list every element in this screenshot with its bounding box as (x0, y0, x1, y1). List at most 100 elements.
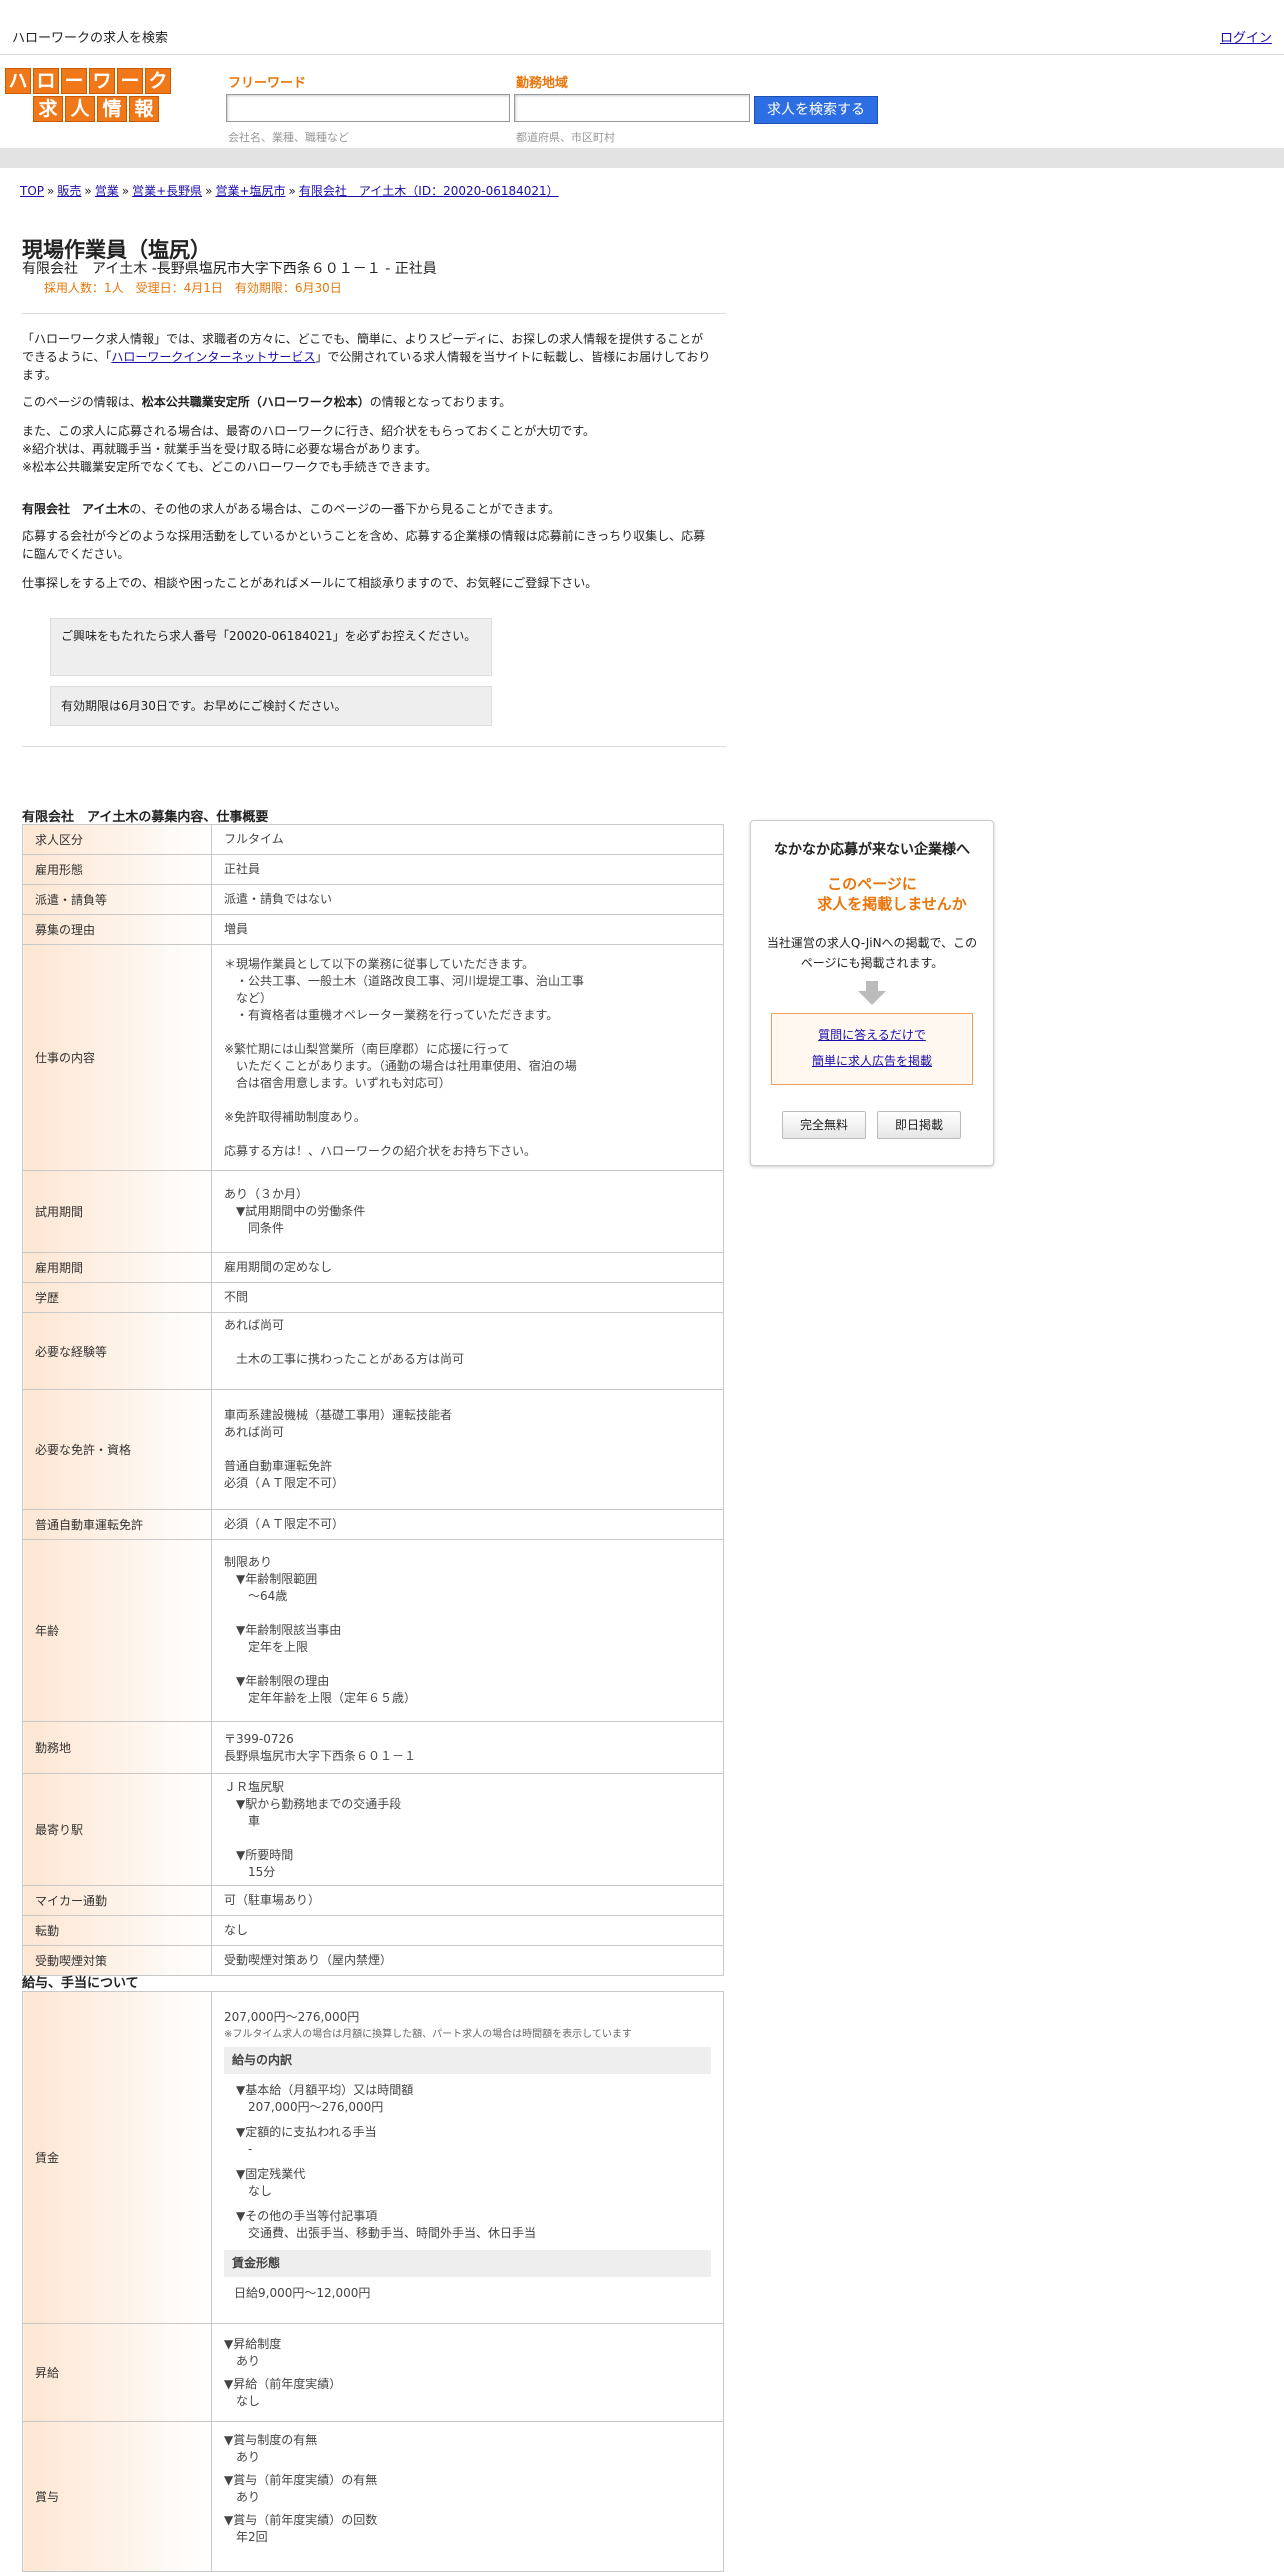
value-line (224, 1126, 711, 1143)
breadcrumb-link[interactable]: TOP (20, 184, 44, 198)
search-header: ハローワーク 求人情報 フリーワード 会社名、業種、職種など 勤務地域 都道府県… (0, 56, 1284, 146)
login-link[interactable]: ログイン (1220, 27, 1272, 46)
table-row: 転勤 なし (22, 1915, 724, 1946)
row-header: マイカー通勤 (22, 1885, 212, 1916)
breadcrumb-separator: » (205, 184, 213, 198)
freeword-label: フリーワード (228, 76, 307, 91)
free-button[interactable]: 完全無料 (782, 1111, 866, 1139)
logo-char: 情 (97, 96, 127, 122)
row-value: ▼賞与制度の有無 あり ▼賞与（前年度実績）の有無 あり ▼賞与（前年度実績）の回数 年2… (211, 2421, 724, 2572)
row-value: フルタイム (211, 824, 724, 855)
bonus-item: ▼賞与（前年度実績）の回数年2回 (224, 2512, 711, 2546)
row-value: 可（駐車場あり） (211, 1885, 724, 1916)
value-line: 15分 (224, 1864, 276, 1879)
value-line: ▼年齢制限該当事由 (224, 1623, 342, 1637)
hellowork-logo[interactable]: ハローワーク 求人情報 (5, 68, 180, 124)
area-input[interactable] (514, 94, 750, 122)
table-row: 雇用期間 雇用期間の定めなし (22, 1252, 724, 1283)
value-line: 定年年齢を上限（定年６５歳） (224, 1691, 417, 1705)
table-row: 普通自動車運転免許 必須（ＡＴ限定不可） (22, 1509, 724, 1540)
row-value: ＪＲ塩尻駅 ▼駅から勤務地までの交通手段 車 ▼所要時間 15分 (211, 1773, 724, 1886)
overview-title: 有限会社 アイ土木の募集内容、仕事概要 (22, 810, 269, 825)
breadcrumb-link[interactable]: 営業+塩尻市 (215, 184, 285, 198)
value-line: 受動喫煙対策あり（屋内禁煙） (224, 1953, 393, 1967)
job-number-notice: ご興味をもたれたら求人番号「20020-06184021」を必ずお控えください。 (50, 618, 492, 676)
value-line: ・有資格者は重機オペレーター業務を行っていただきます。 (224, 1007, 559, 1022)
referral-paragraph: また、この求人に応募される場合は、最寄のハローワークに行き、紹介状をもらっておく… (22, 424, 596, 474)
value-line: など） (224, 990, 273, 1005)
table-row: 賃金 207,000円〜276,000円 ※フルタイム求人の場合は月額に換算した… (22, 1991, 724, 2324)
breakdown-value: なし (248, 2184, 273, 2198)
row-header: 仕事の内容 (22, 944, 212, 1171)
freeword-input[interactable] (226, 94, 510, 122)
value-line: あれば尚可 (224, 1425, 285, 1439)
other-jobs-paragraph: 有限会社 アイ土木の、その他の求人がある場合は、このページの一番下から見ることが… (22, 502, 560, 516)
wage-range: 207,000円〜276,000円 (224, 2010, 360, 2024)
value-line: ▼所要時間 (224, 1847, 294, 1862)
table-row: 受動喫煙対策 受動喫煙対策あり（屋内禁煙） (22, 1945, 724, 1976)
bonus-label: ▼賞与（前年度実績）の回数 (224, 2513, 378, 2527)
value-line: 正社員 (224, 862, 261, 876)
row-value: ＊現場作業員として以下の業務に従事していただきます。 ・公共工事、一般土木（道路… (211, 944, 724, 1171)
search-button[interactable]: 求人を検索する (754, 96, 878, 124)
expiry-notice: 有効期限は6月30日です。お早めにご検討ください。 (50, 686, 492, 726)
row-header: 必要な免許・資格 (22, 1389, 212, 1510)
logo-char: 人 (65, 96, 95, 122)
raise-value: なし (236, 2393, 261, 2408)
value-line: ＊現場作業員として以下の業務に従事していただきます。 (224, 956, 535, 971)
bonus-label: ▼賞与（前年度実績）の有無 (224, 2473, 378, 2487)
advice-paragraph: 応募する会社が今どのような採用活動をしているかということを含め、応募する企業様の… (22, 529, 706, 561)
logo-char: ワ (89, 68, 115, 94)
row-header: 雇用期間 (22, 1252, 212, 1283)
value-line: 応募する方は！、ハローワークの紹介状をお持ち下さい。 (224, 1143, 537, 1158)
value-line: 必須（ＡＴ限定不可） (224, 1476, 345, 1490)
raise-label: ▼昇給制度 (224, 2336, 282, 2351)
row-value: 不問 (211, 1282, 724, 1313)
breadcrumb-link[interactable]: 販売 (57, 184, 81, 198)
value-line: あれば尚可 (224, 1318, 285, 1332)
breadcrumb-link[interactable]: 有限会社 アイ土木（ID：20020-06184021） (299, 184, 559, 198)
value-line: 増員 (224, 922, 249, 936)
row-header: 勤務地 (22, 1721, 212, 1774)
post-ad-link[interactable]: 簡単に求人広告を掲載 (812, 1054, 932, 1068)
breakdown-item: ▼定額的に支払われる手当 - (236, 2124, 711, 2158)
breadcrumb-link[interactable]: 営業 (95, 184, 119, 198)
row-header: 年齢 (22, 1539, 212, 1722)
table-row: 仕事の内容 ＊現場作業員として以下の業務に従事していただきます。 ・公共工事、一般… (22, 944, 724, 1171)
hellowork-internet-link[interactable]: ハローワークインターネットサービス (111, 350, 315, 364)
breakdown-label: ▼固定残業代 (236, 2167, 306, 2181)
row-value: あり（３か月） ▼試用期間中の労働条件 同条件 (211, 1170, 724, 1253)
breakdown-item: ▼その他の手当等付記事項 交通費、出張手当、移動手当、時間外手当、休日手当 (236, 2208, 711, 2242)
top-bar: ハローワークの求人を検索 ログイン (0, 0, 1284, 55)
row-value: 必須（ＡＴ限定不可） (211, 1509, 724, 1540)
value-line: いただくことがあります。（通勤の場合は社用車使用、宿泊の場 (224, 1058, 577, 1073)
value-line (224, 1441, 711, 1458)
value-line: 普通自動車運転免許 (224, 1459, 333, 1473)
row-header: 募集の理由 (22, 914, 212, 945)
table-row: 雇用形態 正社員 (22, 854, 724, 885)
table-row: 賞与 ▼賞与制度の有無 あり ▼賞与（前年度実績）の有無 あり ▼賞与（前年度実績）の回… (22, 2421, 724, 2572)
value-line: なし (224, 1923, 249, 1937)
logo-char: 報 (129, 96, 159, 122)
raise-item: ▼昇給（前年度実績） なし (224, 2376, 711, 2410)
value-line (224, 1368, 711, 1385)
area-label: 勤務地域 (516, 76, 569, 91)
row-value: 派遣・請負ではない (211, 884, 724, 915)
table-row: 昇給 ▼昇給制度 あり ▼昇給（前年度実績） なし (22, 2323, 724, 2422)
breakdown-value: 交通費、出張手当、移動手当、時間外手当、休日手当 (248, 2226, 537, 2240)
value-line: 必須（ＡＴ限定不可） (224, 1517, 345, 1531)
row-header: 転勤 (22, 1915, 212, 1946)
bonus-value: あり (236, 2450, 261, 2464)
arrow-down-icon (858, 981, 886, 1005)
same-day-button[interactable]: 即日掲載 (877, 1111, 961, 1139)
breadcrumb: TOP» 販売» 営業» 営業+長野県» 営業+塩尻市» 有限会社 アイ土木（ID：200… (20, 182, 559, 199)
breadcrumb-link[interactable]: 営業+長野県 (132, 184, 202, 198)
value-line: 定年を上限 (224, 1640, 309, 1654)
job-meta: 採用人数：1人 受理日：4月1日 有効期限：6月30日 (44, 281, 342, 295)
bonus-value: 年2回 (236, 2530, 268, 2544)
row-header: 賃金 (22, 1991, 212, 2324)
question-link[interactable]: 質問に答えるだけで (818, 1028, 926, 1042)
consult-paragraph: 仕事探しをする上での、相談や困ったことがあればメールにて相談承りますので、お気軽… (22, 576, 598, 590)
office-paragraph: このページの情報は、松本公共職業安定所（ハローワーク松本）の情報となっております… (22, 395, 512, 409)
ad-title: なかなか応募が来ない企業様へ (774, 842, 970, 858)
